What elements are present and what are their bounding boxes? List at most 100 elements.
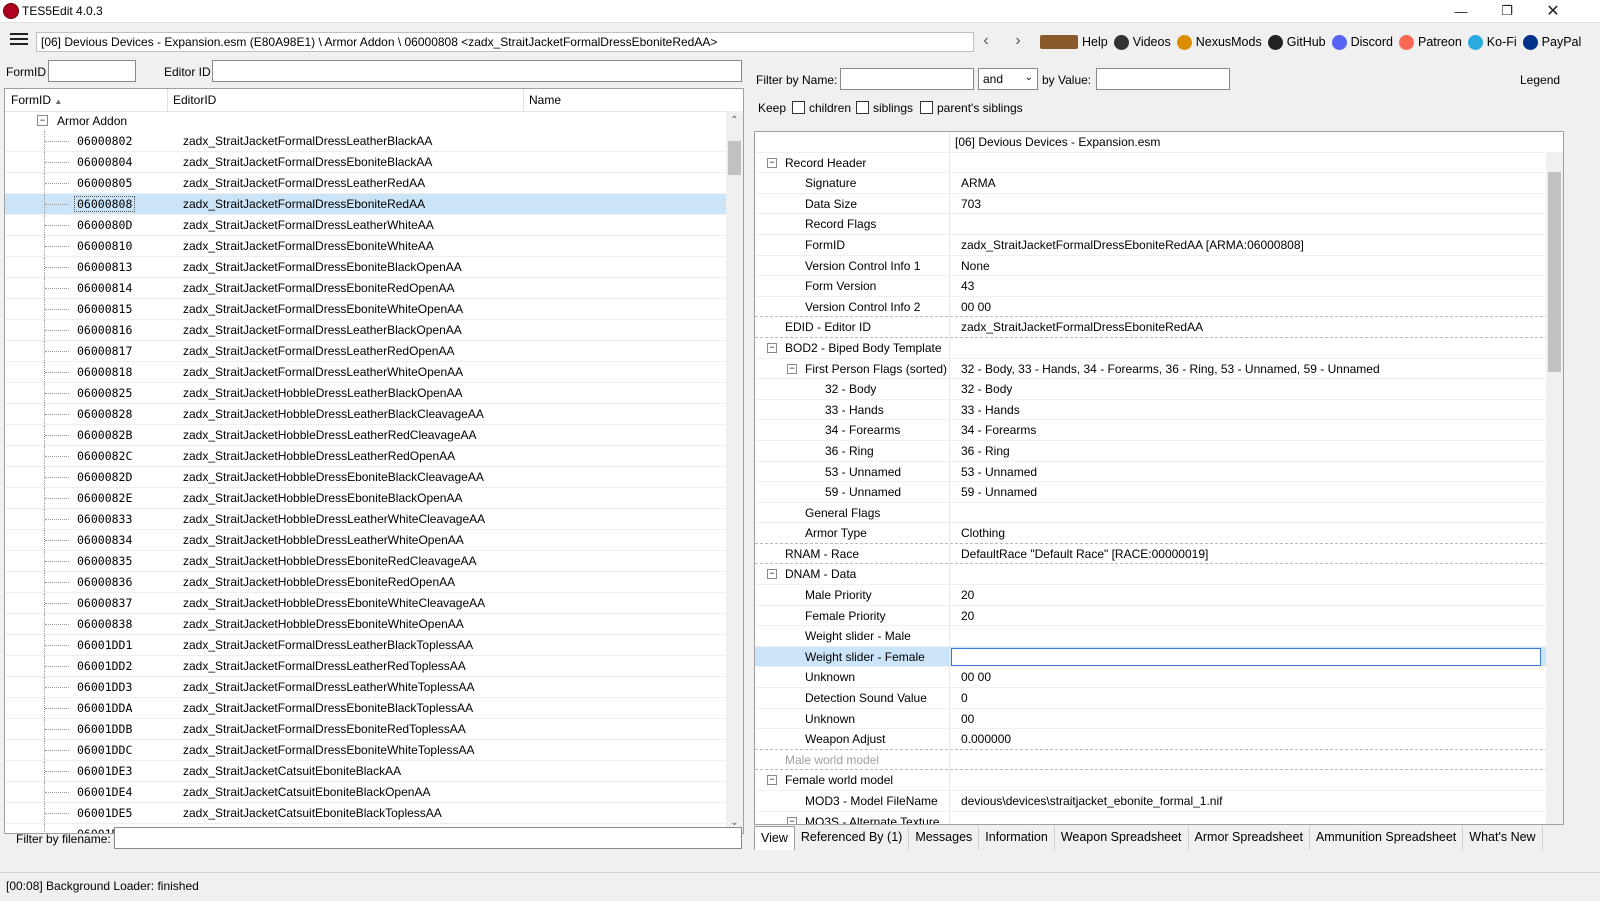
record-field-row[interactable]: 34 - Forearms 34 - Forearms — [755, 420, 1563, 441]
record-field-row[interactable]: Weight slider - Male — [755, 626, 1563, 647]
collapse-icon[interactable]: − — [37, 115, 48, 126]
link-paypal[interactable]: PayPal — [1522, 34, 1581, 50]
record-field-row[interactable]: − First Person Flags (sorted) 32 - Body, 3… — [755, 358, 1563, 380]
record-field-row[interactable]: 33 - Hands 33 - Hands — [755, 399, 1563, 421]
record-field-row[interactable]: General Flags — [755, 502, 1563, 524]
filter-name-input[interactable] — [840, 68, 974, 90]
record-field-row[interactable]: Form Version 43 — [755, 276, 1563, 297]
tab-what-s-new[interactable]: What's New — [1463, 826, 1543, 850]
record-field-row[interactable]: Signature ARMA — [755, 173, 1563, 194]
record-field-row[interactable]: Weapon Adjust 0.000000 — [755, 729, 1563, 750]
tab-referenced-by-1[interactable]: Referenced By (1) — [795, 826, 910, 850]
link-discord[interactable]: Discord — [1331, 34, 1393, 50]
record-field-row[interactable]: Armor Type Clothing — [755, 523, 1563, 544]
record-field-row[interactable]: 36 - Ring 36 - Ring — [755, 440, 1563, 462]
tab-messages[interactable]: Messages — [909, 826, 980, 850]
collapse-icon[interactable]: − — [767, 342, 777, 353]
record-field-row[interactable]: RNAM - Race DefaultRace "Default Race" [R… — [755, 543, 1563, 565]
group-armor-addon[interactable]: − Armor Addon — [5, 111, 743, 131]
table-row[interactable]: 06000833 zadx_StraitJacketHobbleDressLeat… — [5, 509, 743, 530]
record-field-row[interactable]: Unknown 00 — [755, 708, 1563, 730]
table-row[interactable]: 06000834 zadx_StraitJacketHobbleDressLeat… — [5, 530, 743, 551]
keep-siblings-checkbox[interactable]: siblings — [856, 101, 913, 115]
record-scrollbar[interactable] — [1546, 152, 1563, 824]
record-field-row[interactable]: − BOD2 - Biped Body Template — [755, 337, 1563, 359]
record-field-row[interactable]: FormID zadx_StraitJacketFormalDressEbonit… — [755, 234, 1563, 256]
tab-ammunition-spreadsheet[interactable]: Ammunition Spreadsheet — [1310, 826, 1464, 850]
scroll-up-icon[interactable]: ⌃ — [726, 115, 743, 126]
record-field-row[interactable]: 59 - Unnamed 59 - Unnamed — [755, 482, 1563, 503]
record-field-row[interactable]: Version Control Info 1 None — [755, 255, 1563, 277]
collapse-icon[interactable]: − — [787, 816, 797, 824]
table-row[interactable]: 0600082B zadx_StraitJacketHobbleDressLeat… — [5, 425, 743, 446]
table-row[interactable]: 06000825 zadx_StraitJacketHobbleDressLeat… — [5, 383, 743, 404]
editorid-input[interactable] — [212, 60, 742, 82]
tab-view[interactable]: View — [754, 826, 795, 850]
filter-value-input[interactable] — [1096, 68, 1230, 90]
table-row[interactable]: 06000802 zadx_StraitJacketFormalDressLeat… — [5, 131, 743, 152]
and-select[interactable]: and ⌄ — [978, 68, 1038, 90]
filter-filename-input[interactable] — [114, 827, 742, 849]
table-row[interactable]: 06001DDB zadx_StraitJacketFormalDressEbon… — [5, 719, 743, 740]
table-row[interactable]: 06000838 zadx_StraitJacketHobbleDressEbon… — [5, 614, 743, 635]
table-row[interactable]: 06000837 zadx_StraitJacketHobbleDressEbon… — [5, 593, 743, 614]
table-row[interactable]: 0600082D zadx_StraitJacketHobbleDressEbon… — [5, 467, 743, 488]
tree-scrollbar[interactable]: ⌃ ⌄ — [726, 111, 743, 833]
table-row[interactable]: 06001DD1 zadx_StraitJacketFormalDressLeat… — [5, 635, 743, 656]
table-row[interactable]: 06000810 zadx_StraitJacketFormalDressEbon… — [5, 236, 743, 257]
record-field-row[interactable]: Male Priority 20 — [755, 585, 1563, 606]
table-row[interactable]: 06000835 zadx_StraitJacketHobbleDressEbon… — [5, 551, 743, 572]
record-field-row[interactable]: Record Flags — [755, 214, 1563, 235]
record-field-row[interactable]: Unknown 00 00 — [755, 667, 1563, 689]
table-row[interactable]: 06000836 zadx_StraitJacketHobbleDressEbon… — [5, 572, 743, 593]
link-ko-fi[interactable]: Ko-Fi — [1467, 34, 1517, 50]
column-header-formid[interactable]: FormID ▲ — [11, 93, 62, 107]
record-field-row[interactable]: 53 - Unnamed 53 - Unnamed — [755, 461, 1563, 483]
tab-armor-spreadsheet[interactable]: Armor Spreadsheet — [1189, 826, 1310, 850]
menu-icon[interactable] — [10, 33, 28, 47]
record-field-row[interactable]: Detection Sound Value 0 — [755, 688, 1563, 709]
forward-arrow-icon[interactable]: › — [1008, 31, 1028, 51]
table-row[interactable]: 06001DE5 zadx_StraitJacketCatsuitEboniteB… — [5, 803, 743, 824]
record-field-row[interactable]: − MO3S - Alternate Texture... — [755, 811, 1563, 824]
table-row[interactable]: 06000817 zadx_StraitJacketFormalDressLeat… — [5, 341, 743, 362]
link-videos[interactable]: Videos — [1113, 34, 1171, 50]
link-patreon[interactable]: Patreon — [1399, 34, 1462, 50]
table-row[interactable]: 06000804 zadx_StraitJacketFormalDressEbon… — [5, 152, 743, 173]
record-field-row[interactable]: − DNAM - Data — [755, 564, 1563, 586]
table-row[interactable]: 06000818 zadx_StraitJacketFormalDressLeat… — [5, 362, 743, 383]
link-nexusmods[interactable]: NexusMods — [1176, 34, 1262, 50]
keep-parents-siblings-checkbox[interactable]: parent's siblings — [920, 101, 1023, 115]
table-row[interactable]: 06001DD3 zadx_StraitJacketFormalDressLeat… — [5, 677, 743, 698]
record-field-row[interactable]: − Record Header — [755, 152, 1563, 174]
table-row[interactable]: 06001DE3 zadx_StraitJacketCatsuitEboniteB… — [5, 761, 743, 782]
table-row[interactable]: 06000813 zadx_StraitJacketFormalDressEbon… — [5, 257, 743, 278]
record-field-row[interactable]: − Female world model — [755, 770, 1563, 791]
collapse-icon[interactable]: − — [787, 363, 797, 374]
table-row[interactable]: 06000816 zadx_StraitJacketFormalDressLeat… — [5, 320, 743, 341]
table-row[interactable]: 06001DDC zadx_StraitJacketFormalDressEbon… — [5, 740, 743, 761]
tab-information[interactable]: Information — [979, 826, 1055, 850]
table-row[interactable]: 06001DD2 zadx_StraitJacketFormalDressLeat… — [5, 656, 743, 677]
back-arrow-icon[interactable]: ‹ — [976, 31, 996, 51]
table-row[interactable]: 0600082E zadx_StraitJacketHobbleDressEbon… — [5, 488, 743, 509]
scroll-thumb[interactable] — [728, 141, 741, 175]
record-field-row[interactable]: 32 - Body 32 - Body — [755, 379, 1563, 400]
legend-button[interactable]: Legend — [1520, 73, 1560, 87]
link-help[interactable]: Help — [1040, 35, 1108, 49]
keep-children-checkbox[interactable]: children — [792, 101, 851, 115]
restore-button[interactable]: ❐ — [1484, 0, 1530, 22]
table-row[interactable]: 0600080D zadx_StraitJacketFormalDressLeat… — [5, 215, 743, 236]
record-field-row[interactable]: Male world model — [755, 749, 1563, 771]
table-row[interactable]: 06001DDA zadx_StraitJacketFormalDressEbon… — [5, 698, 743, 719]
collapse-icon[interactable]: − — [767, 775, 777, 786]
column-header-editorid[interactable]: EditorID — [173, 93, 216, 107]
table-row[interactable]: 0600082C zadx_StraitJacketHobbleDressLeat… — [5, 446, 743, 467]
tab-weapon-spreadsheet[interactable]: Weapon Spreadsheet — [1055, 826, 1189, 850]
record-field-row[interactable]: EDID - Editor ID zadx_StraitJacketFormalD… — [755, 317, 1563, 338]
table-row[interactable]: 06000805 zadx_StraitJacketFormalDressLeat… — [5, 173, 743, 194]
record-field-row[interactable]: Female Priority 20 — [755, 605, 1563, 627]
close-button[interactable]: ✕ — [1530, 0, 1576, 22]
formid-input[interactable] — [48, 60, 136, 82]
table-row[interactable]: 06000808 zadx_StraitJacketFormalDressEbon… — [5, 194, 743, 215]
